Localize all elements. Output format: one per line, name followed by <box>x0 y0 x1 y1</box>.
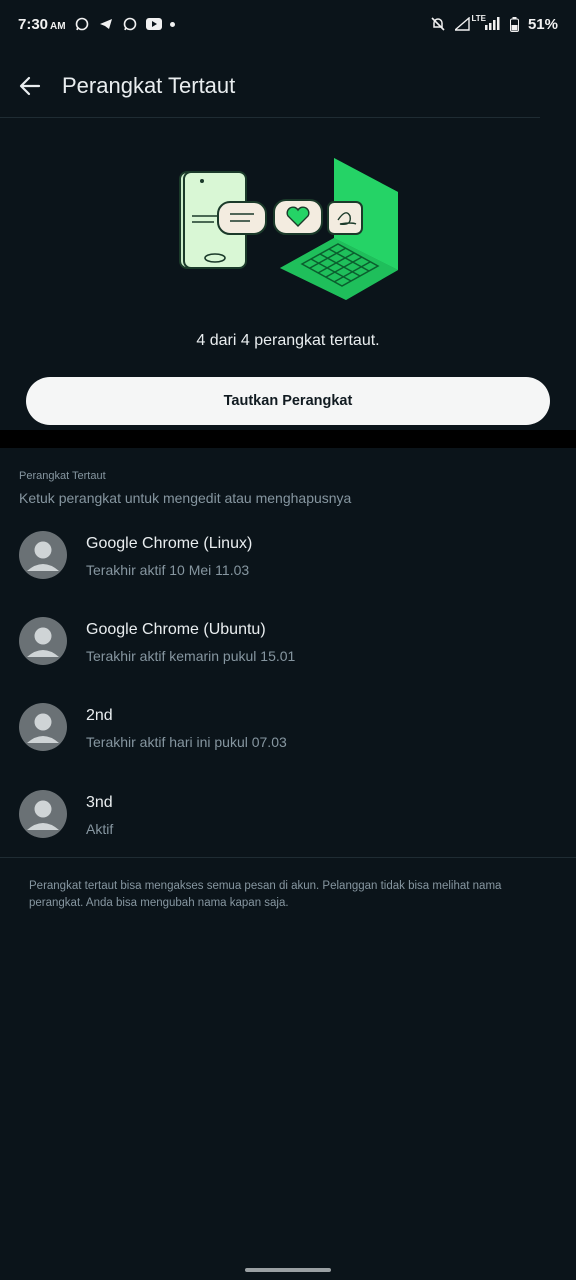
battery-icon <box>510 16 520 32</box>
link-device-button[interactable]: Tautkan Perangkat <box>26 377 550 425</box>
page-title: Perangkat Tertaut <box>62 73 236 98</box>
appbar-divider <box>0 117 540 118</box>
arrow-left-icon <box>19 76 41 96</box>
device-last-active: Terakhir aktif hari ini pukul 07.03 <box>86 734 287 750</box>
network-label: LTE <box>471 14 486 23</box>
device-name: 2nd <box>86 707 113 724</box>
whatsapp-icon <box>122 16 138 32</box>
list-divider <box>0 857 576 858</box>
device-last-active: Aktif <box>86 821 114 837</box>
whatsapp-icon <box>74 16 90 32</box>
status-ampm: AM <box>50 20 66 32</box>
device-last-active: Terakhir aktif 10 Mei 11.03 <box>86 562 250 578</box>
person-icon <box>27 800 59 830</box>
status-bar-left: 7:30 AM <box>18 16 175 33</box>
more-notifications-dot <box>169 21 175 27</box>
youtube-icon <box>145 16 162 32</box>
device-avatar <box>19 790 67 838</box>
linked-devices-illustration <box>179 158 398 300</box>
status-bar-right: LTE 51% <box>430 14 558 33</box>
person-icon <box>27 627 59 657</box>
person-icon <box>27 541 59 571</box>
back-button[interactable] <box>0 56 60 116</box>
device-name: Google Chrome (Linux) <box>86 535 253 552</box>
message-bubble <box>217 201 267 235</box>
device-name: Google Chrome (Ubuntu) <box>86 621 266 638</box>
device-name: 3nd <box>86 794 113 811</box>
privacy-note: Perangkat tertaut bisa mengakses semua p… <box>29 880 502 909</box>
signature-bubble <box>327 201 363 235</box>
device-avatar <box>19 617 67 665</box>
home-indicator[interactable] <box>245 1268 331 1272</box>
hero-illustration <box>0 150 576 310</box>
linked-count-text: 4 dari 4 perangkat tertaut. <box>196 332 380 349</box>
status-time: 7:30 <box>18 15 49 33</box>
app-bar: Perangkat Tertaut <box>0 56 576 116</box>
telegram-icon <box>98 16 114 32</box>
section-heading: Perangkat Tertaut <box>19 470 106 482</box>
battery-percent: 51% <box>527 15 558 33</box>
device-row[interactable]: Google Chrome (Linux) Terakhir aktif 10 … <box>0 530 576 610</box>
section-separator <box>0 430 576 448</box>
person-icon <box>27 713 59 743</box>
device-avatar <box>19 531 67 579</box>
status-bar: 7:30 AM LTE 51% <box>0 0 576 48</box>
mute-bell-icon <box>430 16 446 32</box>
device-avatar <box>19 703 67 751</box>
device-last-active: Terakhir aktif kemarin pukul 15.01 <box>86 648 296 664</box>
section-subheading: Ketuk perangkat untuk mengedit atau meng… <box>19 490 352 506</box>
clock: 7:30 AM <box>18 16 66 33</box>
device-row[interactable]: 2nd Terakhir aktif hari ini pukul 07.03 <box>0 702 576 782</box>
device-row[interactable]: Google Chrome (Ubuntu) Terakhir aktif ke… <box>0 616 576 696</box>
